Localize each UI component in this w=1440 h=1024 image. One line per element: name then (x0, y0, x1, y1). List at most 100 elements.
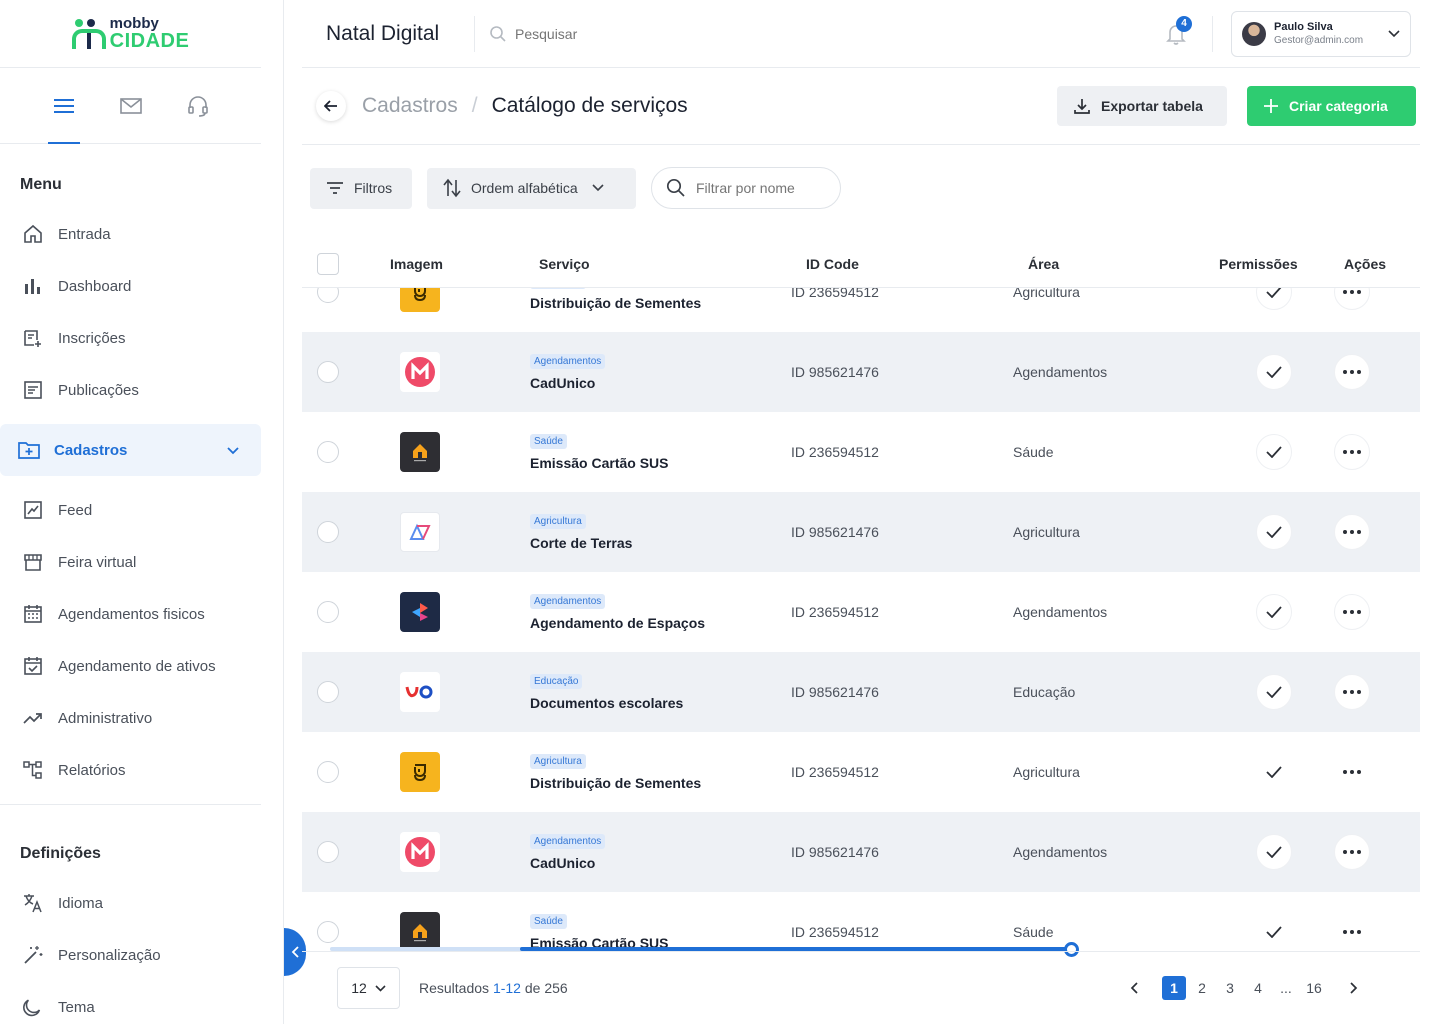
sidebar-item-agendamentos-fisicos[interactable]: Agendamentos fisicos (0, 588, 261, 640)
table-row[interactable]: Agricultura Corte de Terras ID 985621476… (302, 492, 1420, 572)
permissions-button[interactable] (1256, 834, 1292, 870)
sidebar-item-relatorios[interactable]: Relatórios (0, 744, 261, 796)
prev-page-button[interactable] (1120, 976, 1148, 1000)
notifications-button[interactable]: 4 (1156, 14, 1196, 54)
row-select-radio[interactable] (317, 921, 339, 943)
row-select-radio[interactable] (317, 521, 339, 543)
table-body[interactable]: Agricultura Distribuição de Sementes ID … (302, 288, 1420, 951)
permissions-button[interactable] (1256, 914, 1292, 950)
row-select-radio[interactable] (317, 601, 339, 623)
row-select-radio[interactable] (317, 841, 339, 863)
document-icon (22, 379, 44, 401)
service-name[interactable]: Distribuição de Sementes (530, 295, 791, 311)
page-1-button[interactable]: 1 (1162, 976, 1186, 1000)
row-actions-button[interactable] (1334, 594, 1370, 630)
sidebar-item-agendamento-de-ativos[interactable]: Agendamento de ativos (0, 640, 261, 692)
column-service[interactable]: Serviço (539, 256, 806, 272)
back-button[interactable] (316, 91, 346, 121)
table-row[interactable]: Educação Documentos escolares ID 9856214… (302, 652, 1420, 732)
row-actions-button[interactable] (1334, 288, 1370, 310)
column-area[interactable]: Área (1028, 256, 1219, 272)
page-2-button[interactable]: 2 (1190, 976, 1214, 1000)
service-name[interactable]: CadUnico (530, 855, 791, 871)
user-email: Gestor@admin.com (1274, 35, 1364, 47)
sidebar-item-tema[interactable]: Tema (0, 981, 261, 1024)
store-icon (22, 551, 44, 573)
permissions-button[interactable] (1256, 754, 1292, 790)
sidebar-item-cadastros[interactable]: Cadastros (0, 424, 261, 476)
row-actions-button[interactable] (1334, 834, 1370, 870)
area-cell: Sáude (1013, 924, 1054, 940)
tab-mail[interactable] (107, 68, 155, 144)
row-actions-button[interactable] (1334, 354, 1370, 390)
permissions-button[interactable] (1256, 514, 1292, 550)
service-name[interactable]: CadUnico (530, 375, 791, 391)
column-permissions: Permissões (1219, 255, 1298, 272)
column-image: Imagem (390, 255, 443, 272)
sidebar-item-dashboard[interactable]: Dashboard (0, 260, 261, 312)
breadcrumb-parent[interactable]: Cadastros (362, 94, 458, 118)
logo-text-bottom: CIDADE (109, 30, 190, 52)
service-name[interactable]: Corte de Terras (530, 535, 791, 551)
table-row[interactable]: Saúde Emissão Cartão SUS ID 236594512 Sá… (302, 892, 1420, 951)
row-actions-button[interactable] (1334, 914, 1370, 950)
row-actions-button[interactable] (1334, 674, 1370, 710)
page-16-button[interactable]: 16 (1302, 976, 1326, 1000)
create-category-button[interactable]: Criar categoria (1247, 86, 1416, 126)
sidebar-item-entrada[interactable]: Entrada (0, 208, 261, 260)
row-select-radio[interactable] (317, 288, 339, 303)
table-row[interactable]: Agendamentos CadUnico ID 985621476 Agend… (302, 332, 1420, 412)
service-name[interactable]: Documentos escolares (530, 695, 791, 711)
seed-logo-icon (400, 288, 440, 312)
select-all-checkbox[interactable] (317, 252, 339, 275)
global-search[interactable] (474, 15, 1134, 52)
row-actions-button[interactable] (1334, 514, 1370, 550)
page-3-button[interactable]: 3 (1218, 976, 1242, 1000)
filters-button[interactable]: Filtros (310, 167, 412, 209)
user-name: Paulo Silva (1274, 20, 1333, 33)
row-select-radio[interactable] (317, 681, 339, 703)
sidebar-item-feira-virtual[interactable]: Feira virtual (0, 536, 261, 588)
permissions-button[interactable] (1256, 354, 1292, 390)
table-row[interactable]: Saúde Emissão Cartão SUS ID 236594512 Sá… (302, 412, 1420, 492)
sidebar-item-personalizacao[interactable]: Personalização (0, 929, 261, 981)
sidebar-item-publicacoes[interactable]: Publicações (0, 364, 261, 416)
tab-support[interactable] (174, 68, 222, 144)
sort-dropdown[interactable]: Ordem alfabética (427, 167, 636, 209)
per-page-select[interactable]: 12 (337, 967, 400, 1009)
sidebar-item-feed[interactable]: Feed (0, 484, 261, 536)
permissions-button[interactable] (1256, 674, 1292, 710)
permissions-button[interactable] (1256, 288, 1292, 310)
user-menu[interactable]: Paulo Silva Gestor@admin.com (1231, 10, 1411, 57)
permissions-button[interactable] (1256, 434, 1292, 470)
row-select-radio[interactable] (317, 361, 339, 383)
row-actions-button[interactable] (1334, 754, 1370, 790)
sidebar-item-inscricoes[interactable]: Inscrições (0, 312, 261, 364)
global-search-input[interactable] (515, 25, 815, 42)
column-id[interactable]: ID Code (806, 256, 1028, 272)
service-name[interactable]: Distribuição de Sementes (530, 775, 791, 791)
name-filter[interactable] (651, 167, 841, 209)
chevron-down-icon (227, 442, 239, 459)
table-row[interactable]: Agendamentos Agendamento de Espaços ID 2… (302, 572, 1420, 652)
row-select-radio[interactable] (317, 441, 339, 463)
next-page-button[interactable] (1340, 976, 1368, 1000)
name-filter-input[interactable] (696, 180, 826, 196)
service-name[interactable]: Emissão Cartão SUS (530, 455, 791, 471)
tab-menu[interactable] (40, 68, 88, 144)
sidebar-item-idioma[interactable]: Idioma (0, 877, 261, 929)
permissions-button[interactable] (1256, 594, 1292, 630)
page-4-button[interactable]: 4 (1246, 976, 1270, 1000)
table-row[interactable]: Agendamentos CadUnico ID 985621476 Agend… (302, 812, 1420, 892)
table-row[interactable]: Agricultura Distribuição de Sementes ID … (302, 288, 1420, 332)
check-icon (1266, 366, 1282, 378)
sidebar-item-administrativo[interactable]: Administrativo (0, 692, 261, 744)
table-row[interactable]: Agricultura Distribuição de Sementes ID … (302, 732, 1420, 812)
sidebar-item-label: Cadastros (54, 441, 128, 459)
service-name[interactable]: Agendamento de Espaços (530, 615, 791, 631)
logo[interactable]: mobby CIDADE (0, 0, 261, 68)
export-table-button[interactable]: Exportar tabela (1057, 86, 1227, 126)
row-select-radio[interactable] (317, 761, 339, 783)
bar-chart-icon (22, 275, 44, 297)
row-actions-button[interactable] (1334, 434, 1370, 470)
